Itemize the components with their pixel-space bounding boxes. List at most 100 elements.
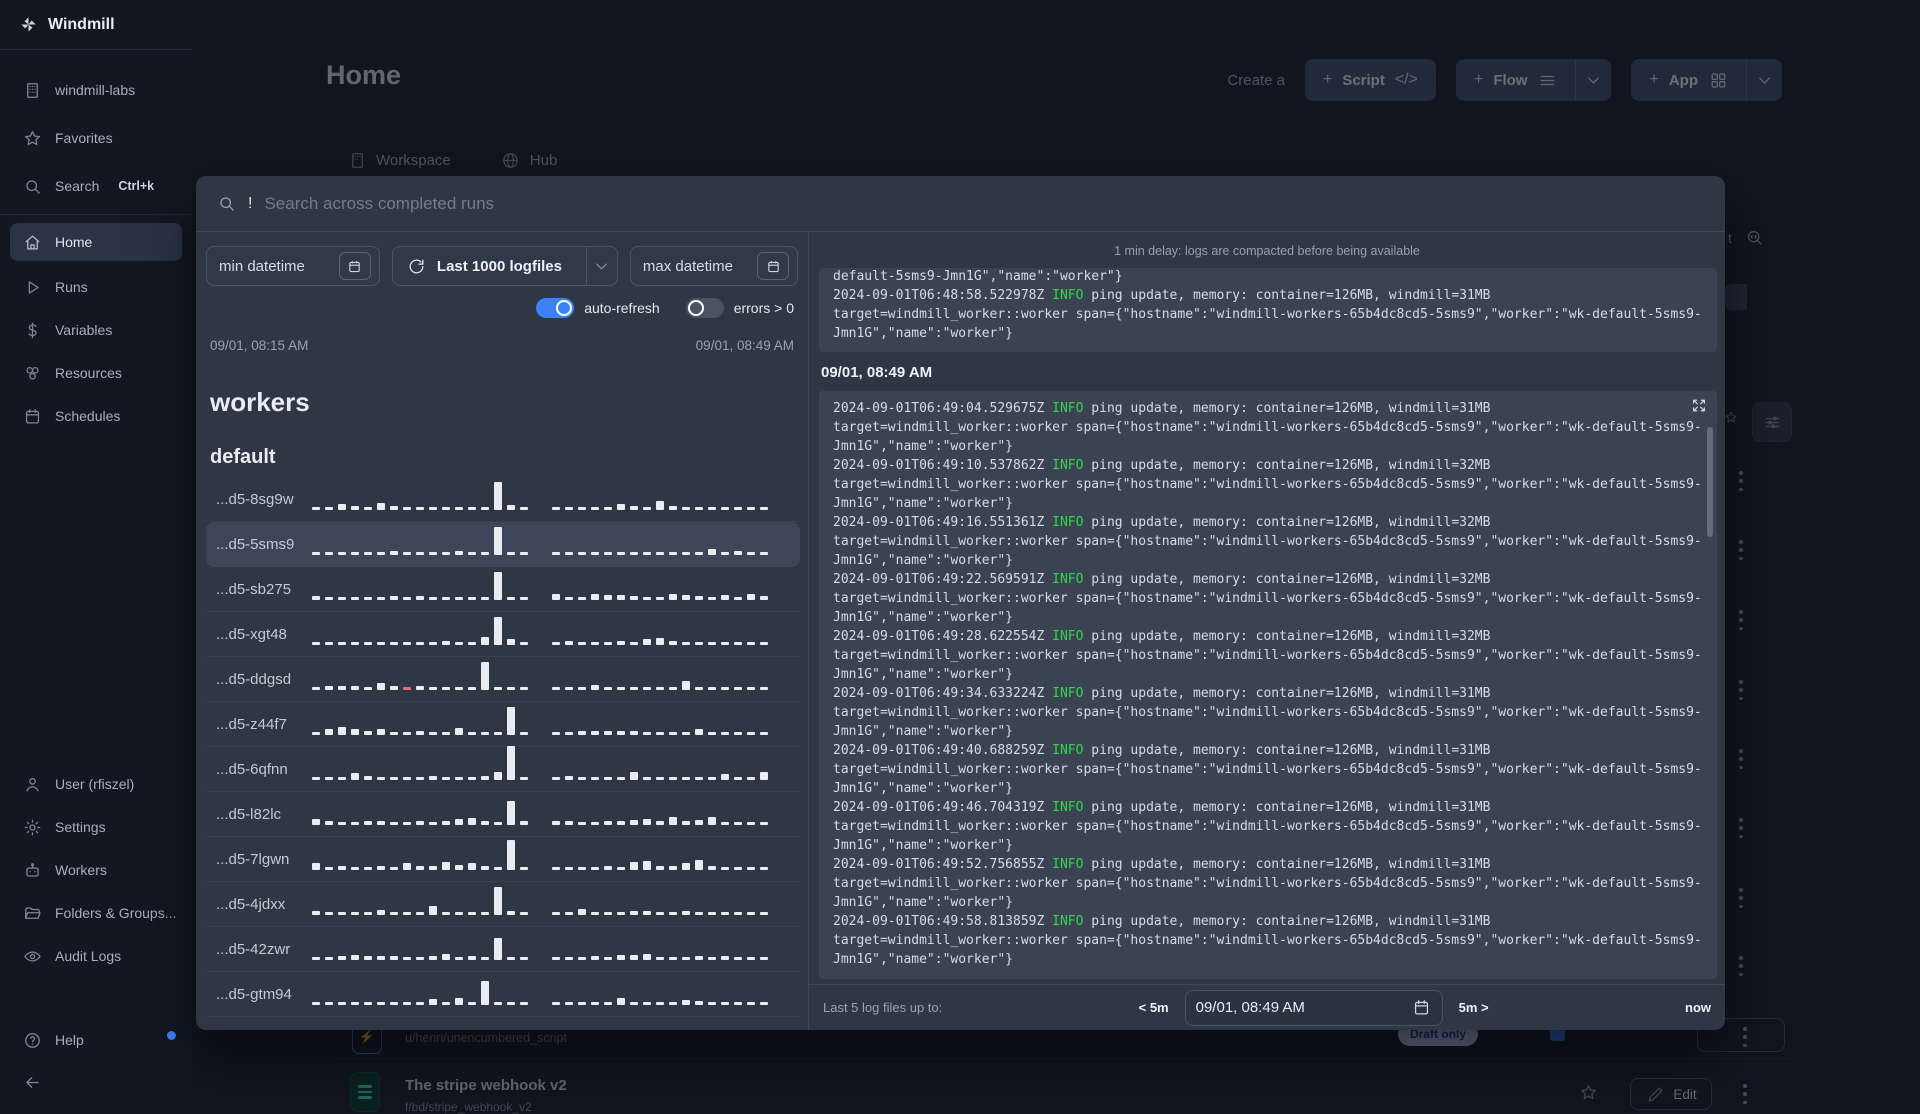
sparkline-bar [669,777,677,780]
worker-row[interactable]: ...d5-ddgsd [206,657,800,702]
sparkline-bar [682,777,690,780]
sparkline-bar [455,728,463,735]
sparkline-bar [591,822,599,825]
max-datetime-input[interactable]: max datetime [629,246,798,286]
sparkline-bar [565,957,573,960]
sparkline-bar [416,507,424,510]
sparkline-bar [455,687,463,690]
sparkline-bar [390,822,398,825]
sparkline-bar [708,549,716,555]
sparkline-bar [325,729,333,735]
sidebar-item-workspace[interactable]: windmill-labs [0,70,192,110]
sparkline-bar [468,863,476,870]
sparkline-bar [468,732,476,735]
sparkline-bar [617,595,625,600]
footer-datetime-input[interactable]: 09/01, 08:49 AM [1184,989,1443,1026]
sidebar-item-schedules[interactable]: Schedules [0,396,192,436]
logfiles-count-dropdown[interactable]: Last 1000 logfiles [391,246,618,286]
forward-5m-button[interactable]: 5m > [1459,1000,1489,1015]
worker-row[interactable]: ...d5-l82lc [206,792,800,837]
sparkline-bar [604,642,612,645]
worker-id: ...d5-l82lc [216,805,282,823]
sidebar-item-runs[interactable]: Runs [0,267,192,307]
sparkline-bar [604,595,612,600]
sparkline-bar [312,507,320,510]
log-scrollbar[interactable] [1707,427,1713,537]
sparkline-bar [429,776,437,780]
sparkline-bar [390,1002,398,1005]
logs-panel: 1 min delay: logs are compacted before b… [808,232,1725,1030]
auto-refresh-toggle[interactable] [536,298,575,318]
sidebar-collapse-button[interactable] [0,1060,192,1104]
worker-row[interactable]: ...d5-z44f7 [206,702,800,747]
worker-row[interactable]: ...d5-8sg9w [206,477,800,522]
sparkline-bar [520,1002,528,1005]
sidebar-item-settings[interactable]: Settings [0,807,192,847]
worker-row[interactable]: ...d5-7lgwn [206,837,800,882]
calendar-icon[interactable] [338,252,371,280]
sparkline-bar [734,912,742,915]
sparkline-bar [604,957,612,960]
expand-icon[interactable] [1691,397,1707,413]
log-entry: 2024-09-01T06:49:10.537862Z INFO ping up… [833,458,1702,511]
sparkline-bar [721,956,729,960]
sparkline-bar [760,822,768,825]
sidebar-item-user[interactable]: User (rfiszel) [0,764,192,804]
log-entry: 2024-09-01T06:49:04.529675Z INFO ping up… [833,401,1702,454]
sparkline-bar [591,507,599,510]
sparkline-bar [734,822,742,825]
dropdown-chevron-button[interactable] [585,247,617,285]
sparkline-bar [630,772,638,780]
sparkline-bar [734,642,742,645]
sparkline-bar [578,957,586,960]
search-shortcut: Ctrl+k [118,179,155,193]
auto-refresh-label: auto-refresh [584,300,660,316]
back-5m-button[interactable]: < 5m [1139,1000,1169,1015]
sparkline-bar [351,912,359,915]
search-input[interactable] [264,193,1705,214]
app-logo-row[interactable]: Windmill [0,0,192,50]
worker-row[interactable]: ...d5-sb275 [206,567,800,612]
sidebar-item-variables[interactable]: Variables [0,310,192,350]
sidebar-item-audit-logs[interactable]: Audit Logs [0,936,192,976]
sparkline-bar [442,1002,450,1005]
log-entry: 2024-09-01T06:49:34.633224Z INFO ping up… [833,686,1702,739]
sparkline-bar [364,1002,372,1005]
sparkline-bar [695,912,703,915]
sparkline-bar [338,552,346,555]
worker-row[interactable]: ...d5-gtm94 [206,972,800,1017]
sidebar-item-resources[interactable]: Resources [0,353,192,393]
sparkline-bar [604,821,612,825]
sparkline-bar [312,642,320,645]
calendar-icon[interactable] [757,252,789,280]
sparkline-bar [325,777,333,780]
worker-row[interactable]: ...d5-xgt48 [206,612,800,657]
sidebar-item-folders-groups[interactable]: Folders & Groups... [0,893,192,933]
sparkline-bar [403,687,411,690]
calendar-icon[interactable] [1412,999,1432,1016]
sparkline-bar [429,822,437,825]
sparkline-bar [669,506,677,510]
sparkline-bar [364,642,372,645]
worker-row[interactable]: ...d5-42zwr [206,927,800,972]
sparkline-bar [656,957,664,960]
sparkline-bar [604,731,612,735]
worker-row[interactable]: ...d5-4jdxx [206,882,800,927]
sidebar-item-favorites[interactable]: Favorites [0,118,192,158]
now-button[interactable]: now [1685,1000,1711,1015]
sparkline-bar [403,863,411,870]
sidebar-item-help[interactable]: Help [0,1020,192,1060]
errors-only-toggle[interactable] [685,298,724,318]
sidebar-item-search[interactable]: Search Ctrl+k [0,166,192,206]
worker-row[interactable]: ...d5-6qfnn [206,746,800,792]
sparkline-bar [416,1002,424,1005]
sidebar-item-workers[interactable]: Workers [0,850,192,890]
worker-row[interactable]: ...d5-5sms9 [206,522,800,567]
sidebar-item-home[interactable]: Home [10,223,182,261]
sparkline-bar [591,552,599,555]
sparkline-bar [578,642,586,645]
sparkline-bar [708,817,716,825]
windmill-logo-icon [18,15,38,35]
time-range-labels: 09/01, 08:15 AM 09/01, 08:49 AM [210,338,794,353]
min-datetime-input[interactable]: min datetime [206,246,380,286]
